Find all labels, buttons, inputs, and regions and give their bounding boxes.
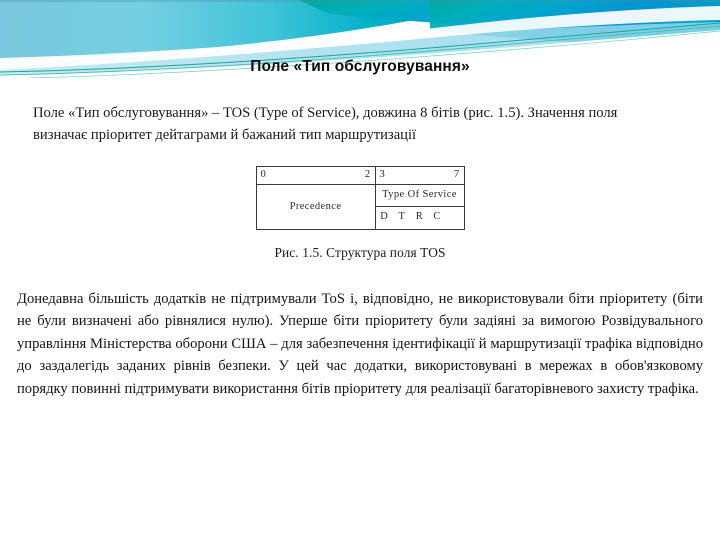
body-paragraph: Донедавна більшість додатків не підтриму… xyxy=(17,291,703,397)
tos-subtable: Type Of Service D T R C xyxy=(375,186,464,229)
slide-canvas: Поле «Тип обслуговування» Поле «Тип обсл… xyxy=(0,0,720,540)
tos-bit-c: C xyxy=(428,205,446,229)
tos-bit-reserved xyxy=(445,205,464,229)
tos-index-start: 3 xyxy=(379,169,386,180)
tos-bit-r: R xyxy=(410,205,429,229)
precedence-field-cell: Precedence xyxy=(255,184,376,230)
precedence-index-end: 2 xyxy=(364,169,371,180)
tos-bit-d: D xyxy=(375,205,394,229)
tos-structure-figure: 0 2 3 7 Precedence Type Of Service D T R… xyxy=(0,166,720,230)
tos-label: Type Of Service xyxy=(382,189,457,201)
precedence-index-cell: 0 2 xyxy=(255,166,376,185)
page-title: Поле «Тип обслуговування» xyxy=(250,58,470,75)
table-row-bit-indices: 0 2 3 7 xyxy=(255,166,465,185)
tos-index-cell: 3 7 xyxy=(374,166,465,185)
tos-field-cell: Type Of Service D T R C xyxy=(374,184,465,230)
precedence-index-start: 0 xyxy=(260,169,267,180)
tos-field-table: 0 2 3 7 Precedence Type Of Service D T R… xyxy=(255,166,465,230)
figure-caption: Рис. 1.5. Структура поля TOS xyxy=(274,245,446,260)
tos-index-end: 7 xyxy=(453,169,460,180)
tos-label-row: Type Of Service xyxy=(376,186,464,207)
tos-bit-t: T xyxy=(393,205,411,229)
tos-bits-row: D T R C xyxy=(375,205,464,229)
intro-paragraph: Поле «Тип обслуговування» – TOS (Type of… xyxy=(33,105,618,143)
table-row-fields: Precedence Type Of Service D T R C xyxy=(255,184,465,230)
